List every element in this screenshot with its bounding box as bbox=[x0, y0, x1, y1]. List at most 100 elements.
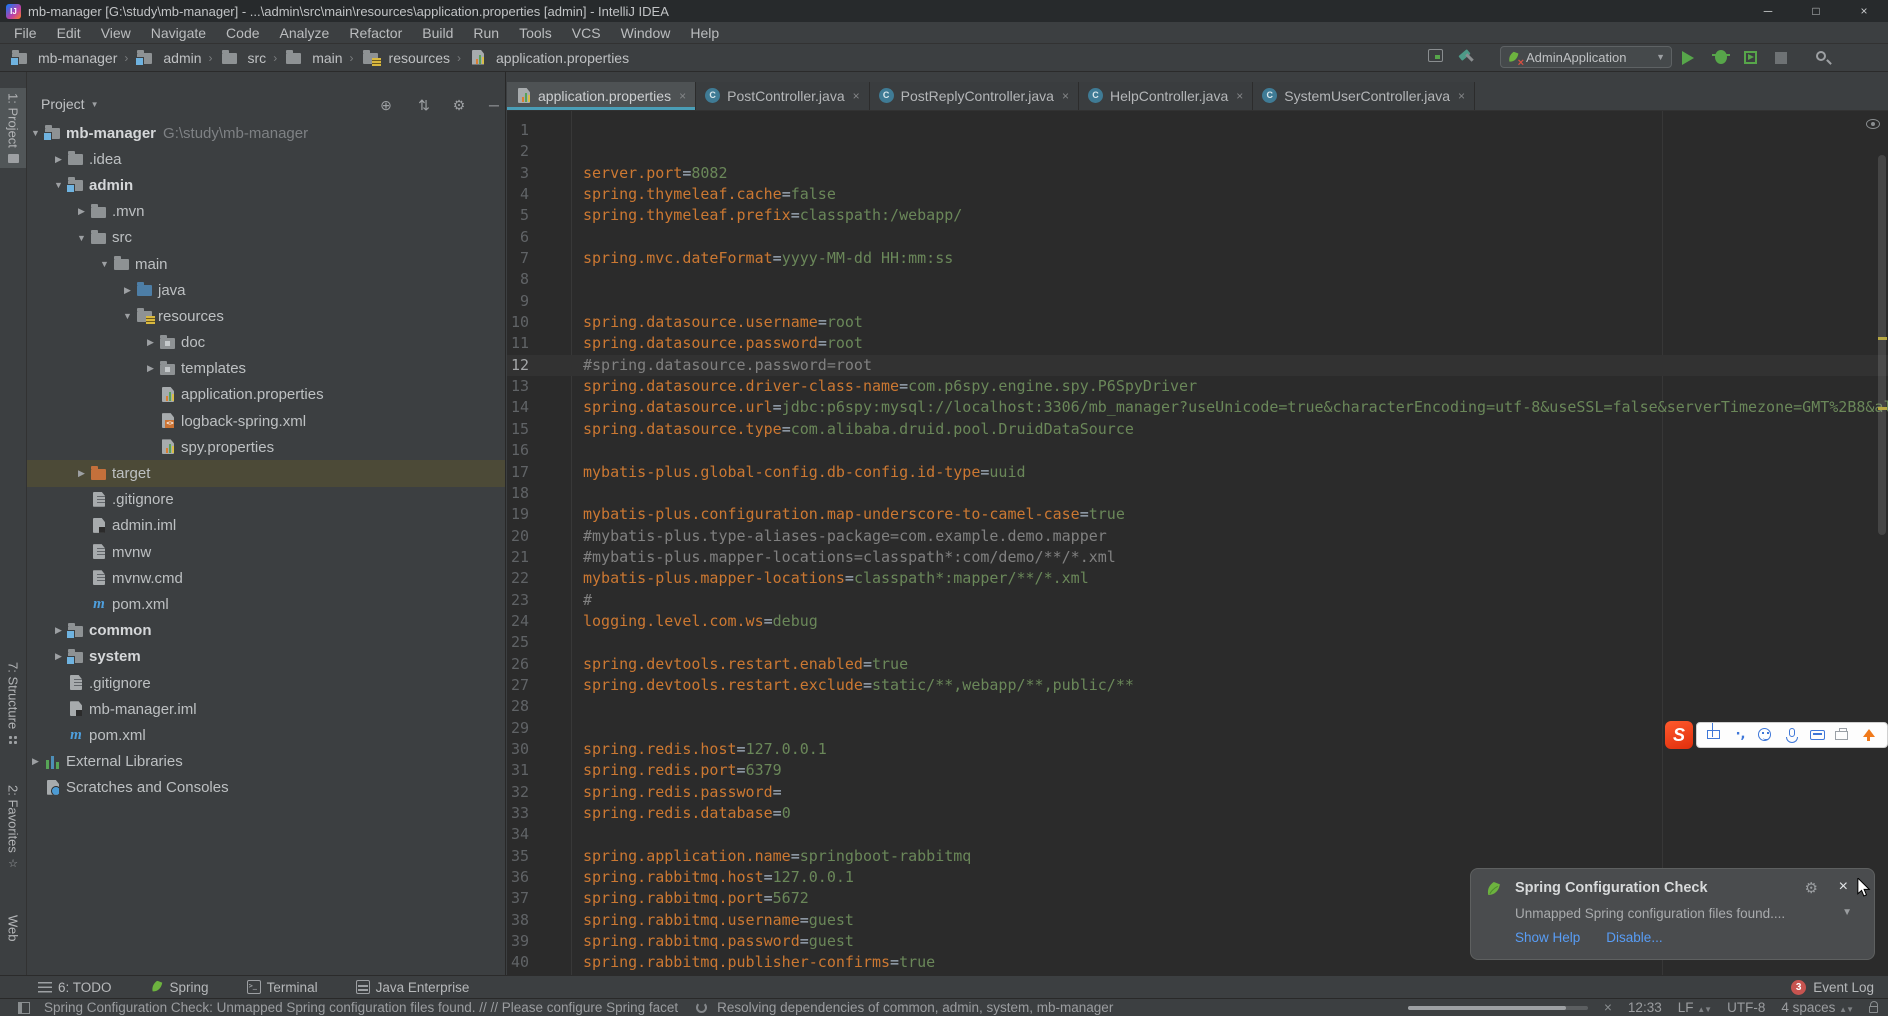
tree-toggle-icon[interactable]: ▶ bbox=[74, 468, 89, 479]
editor-line-14[interactable]: 14spring.datasource.url=jdbc:p6spy:mysql… bbox=[507, 397, 1888, 418]
tree-item-resources[interactable]: ▼resources bbox=[27, 303, 505, 329]
line-separator-widget[interactable]: LF ▲▼ bbox=[1678, 1000, 1711, 1015]
editor-line-11[interactable]: 11spring.datasource.password=root bbox=[507, 333, 1888, 354]
tree-item-Scratches and Consoles[interactable]: Scratches and Consoles bbox=[27, 775, 505, 801]
toolwindow-toggle-icon[interactable] bbox=[1428, 49, 1446, 67]
toolwindow-button-structure[interactable]: 7: Structure bbox=[0, 657, 26, 750]
tree-item-admin.iml[interactable]: admin.iml bbox=[27, 513, 505, 539]
build-hammer-icon[interactable] bbox=[1458, 49, 1476, 67]
menu-vcs[interactable]: VCS bbox=[562, 22, 611, 44]
ime-punctuation-icon[interactable]: ·, bbox=[1733, 727, 1749, 743]
ime-emoji-icon[interactable] bbox=[1758, 727, 1774, 743]
toolwindow-button-java-enterprise[interactable]: Java Enterprise bbox=[356, 980, 470, 995]
editor-line-16[interactable]: 16 bbox=[507, 440, 1888, 461]
tab-PostReplyController.java[interactable]: CPostReplyController.java× bbox=[870, 82, 1079, 110]
tree-item-mvnw[interactable]: mvnw bbox=[27, 539, 505, 565]
error-stripe-mark[interactable] bbox=[1878, 337, 1887, 340]
tree-toggle-icon[interactable]: ▶ bbox=[28, 756, 43, 767]
menu-window[interactable]: Window bbox=[611, 22, 681, 44]
sogou-logo-icon[interactable]: S bbox=[1665, 721, 1693, 749]
tab-close-icon[interactable]: × bbox=[679, 89, 686, 103]
tree-item-main[interactable]: ▼main bbox=[27, 251, 505, 277]
breadcrumb-item-application.properties[interactable]: application.properties bbox=[468, 50, 629, 66]
breadcrumb-item-resources[interactable]: resources bbox=[361, 50, 450, 66]
editor-line-35[interactable]: 35spring.application.name=springboot-rab… bbox=[507, 846, 1888, 867]
editor-line-28[interactable]: 28 bbox=[507, 696, 1888, 717]
menu-run[interactable]: Run bbox=[463, 22, 509, 44]
editor-line-5[interactable]: 5spring.thymeleaf.prefix=classpath:/weba… bbox=[507, 205, 1888, 226]
tree-toggle-icon[interactable]: ▶ bbox=[120, 285, 135, 296]
tree-item-doc[interactable]: ▶doc bbox=[27, 330, 505, 356]
editor-line-27[interactable]: 27spring.devtools.restart.exclude=static… bbox=[507, 675, 1888, 696]
menu-edit[interactable]: Edit bbox=[47, 22, 91, 44]
tree-item-target[interactable]: ▶target bbox=[27, 460, 505, 486]
ime-chinese-mode-icon[interactable] bbox=[1707, 727, 1723, 743]
gear-icon[interactable]: ⚙ bbox=[1805, 879, 1818, 897]
tree-toggle-icon[interactable]: ▶ bbox=[74, 206, 89, 217]
tree-item-mvnw.cmd[interactable]: mvnw.cmd bbox=[27, 565, 505, 591]
breadcrumb-item-src[interactable]: src bbox=[220, 50, 267, 66]
editor-line-31[interactable]: 31spring.redis.port=6379 bbox=[507, 760, 1888, 781]
code-area[interactable]: 123server.port=80824spring.thymeleaf.cac… bbox=[507, 120, 1888, 974]
coverage-button[interactable] bbox=[1744, 49, 1762, 67]
toolwindow-button-favorites[interactable]: 2: Favorites ☆ bbox=[0, 780, 26, 874]
readonly-lock-icon[interactable] bbox=[1869, 1006, 1878, 1013]
editor-line-34[interactable]: 34 bbox=[507, 824, 1888, 845]
caret-position-widget[interactable]: 12:33 bbox=[1628, 1000, 1662, 1015]
editor-line-10[interactable]: 10spring.datasource.username=root bbox=[507, 312, 1888, 333]
menu-view[interactable]: View bbox=[91, 22, 141, 44]
tree-item-.gitignore[interactable]: .gitignore bbox=[27, 487, 505, 513]
run-button[interactable] bbox=[1682, 49, 1700, 67]
tab-close-icon[interactable]: × bbox=[1458, 89, 1465, 103]
editor-line-9[interactable]: 9 bbox=[507, 291, 1888, 312]
editor-line-7[interactable]: 7spring.mvc.dateFormat=yyyy-MM-dd HH:mm:… bbox=[507, 248, 1888, 269]
close-icon[interactable]: × bbox=[1840, 0, 1888, 22]
run-configuration-select[interactable]: AdminApplication ▼ bbox=[1500, 46, 1672, 68]
editor[interactable]: 123server.port=80824spring.thymeleaf.cac… bbox=[507, 111, 1888, 975]
editor-line-24[interactable]: 24logging.level.com.ws=debug bbox=[507, 611, 1888, 632]
tree-toggle-icon[interactable]: ▼ bbox=[28, 128, 43, 138]
tree-item-java[interactable]: ▶java bbox=[27, 277, 505, 303]
editor-line-18[interactable]: 18 bbox=[507, 483, 1888, 504]
editor-line-1[interactable]: 1 bbox=[507, 120, 1888, 141]
tree-item-mb-manager[interactable]: ▼mb-managerG:\study\mb-manager bbox=[27, 120, 505, 146]
locate-file-icon[interactable]: ⊕ bbox=[377, 96, 395, 114]
tree-item-logback-spring.xml[interactable]: logback-spring.xml bbox=[27, 408, 505, 434]
tree-item-common[interactable]: ▶common bbox=[27, 618, 505, 644]
error-stripe-mark[interactable] bbox=[1878, 407, 1887, 410]
search-everywhere-icon[interactable] bbox=[1816, 49, 1834, 67]
editor-line-3[interactable]: 3server.port=8082 bbox=[507, 163, 1888, 184]
tree-toggle-icon[interactable]: ▼ bbox=[97, 259, 112, 269]
tab-application.properties[interactable]: application.properties× bbox=[507, 82, 696, 110]
breadcrumb-item-main[interactable]: main bbox=[284, 50, 342, 66]
tree-item-application.properties[interactable]: application.properties bbox=[27, 382, 505, 408]
minimize-icon[interactable]: ─ bbox=[1744, 0, 1792, 22]
editor-line-8[interactable]: 8 bbox=[507, 269, 1888, 290]
encoding-widget[interactable]: UTF-8 bbox=[1727, 1000, 1765, 1015]
toolwindow-button-terminal[interactable]: Terminal bbox=[247, 980, 318, 995]
tab-PostController.java[interactable]: CPostController.java× bbox=[696, 82, 870, 110]
editor-line-22[interactable]: 22mybatis-plus.mapper-locations=classpat… bbox=[507, 568, 1888, 589]
menu-file[interactable]: File bbox=[4, 22, 47, 44]
ime-toolbox-icon[interactable] bbox=[1835, 727, 1851, 743]
editor-line-4[interactable]: 4spring.thymeleaf.cache=false bbox=[507, 184, 1888, 205]
tree-item-External Libraries[interactable]: ▶External Libraries bbox=[27, 749, 505, 775]
tree-item-pom.xml[interactable]: mpom.xml bbox=[27, 722, 505, 748]
tree-item-pom.xml[interactable]: mpom.xml bbox=[27, 591, 505, 617]
project-view-select[interactable]: Project ▼ bbox=[41, 96, 99, 112]
editor-line-12[interactable]: 12#spring.datasource.password=root bbox=[507, 355, 1888, 376]
disable-link[interactable]: Disable... bbox=[1606, 930, 1662, 945]
editor-line-23[interactable]: 23# bbox=[507, 590, 1888, 611]
debug-button[interactable] bbox=[1713, 49, 1731, 67]
tree-toggle-icon[interactable]: ▼ bbox=[120, 311, 135, 321]
toolwindow-button-project[interactable]: 1: Project bbox=[0, 88, 26, 168]
menu-help[interactable]: Help bbox=[680, 22, 729, 44]
close-icon[interactable]: × bbox=[1839, 878, 1848, 896]
breadcrumb-item-admin[interactable]: admin bbox=[135, 50, 201, 66]
editor-line-17[interactable]: 17mybatis-plus.global-config.db-config.i… bbox=[507, 462, 1888, 483]
editor-line-20[interactable]: 20#mybatis-plus.type-aliases-package=com… bbox=[507, 526, 1888, 547]
tree-toggle-icon[interactable]: ▼ bbox=[74, 233, 89, 243]
show-help-link[interactable]: Show Help bbox=[1515, 930, 1580, 945]
ime-keyboard-icon[interactable] bbox=[1810, 727, 1826, 743]
tree-item-.mvn[interactable]: ▶.mvn bbox=[27, 199, 505, 225]
